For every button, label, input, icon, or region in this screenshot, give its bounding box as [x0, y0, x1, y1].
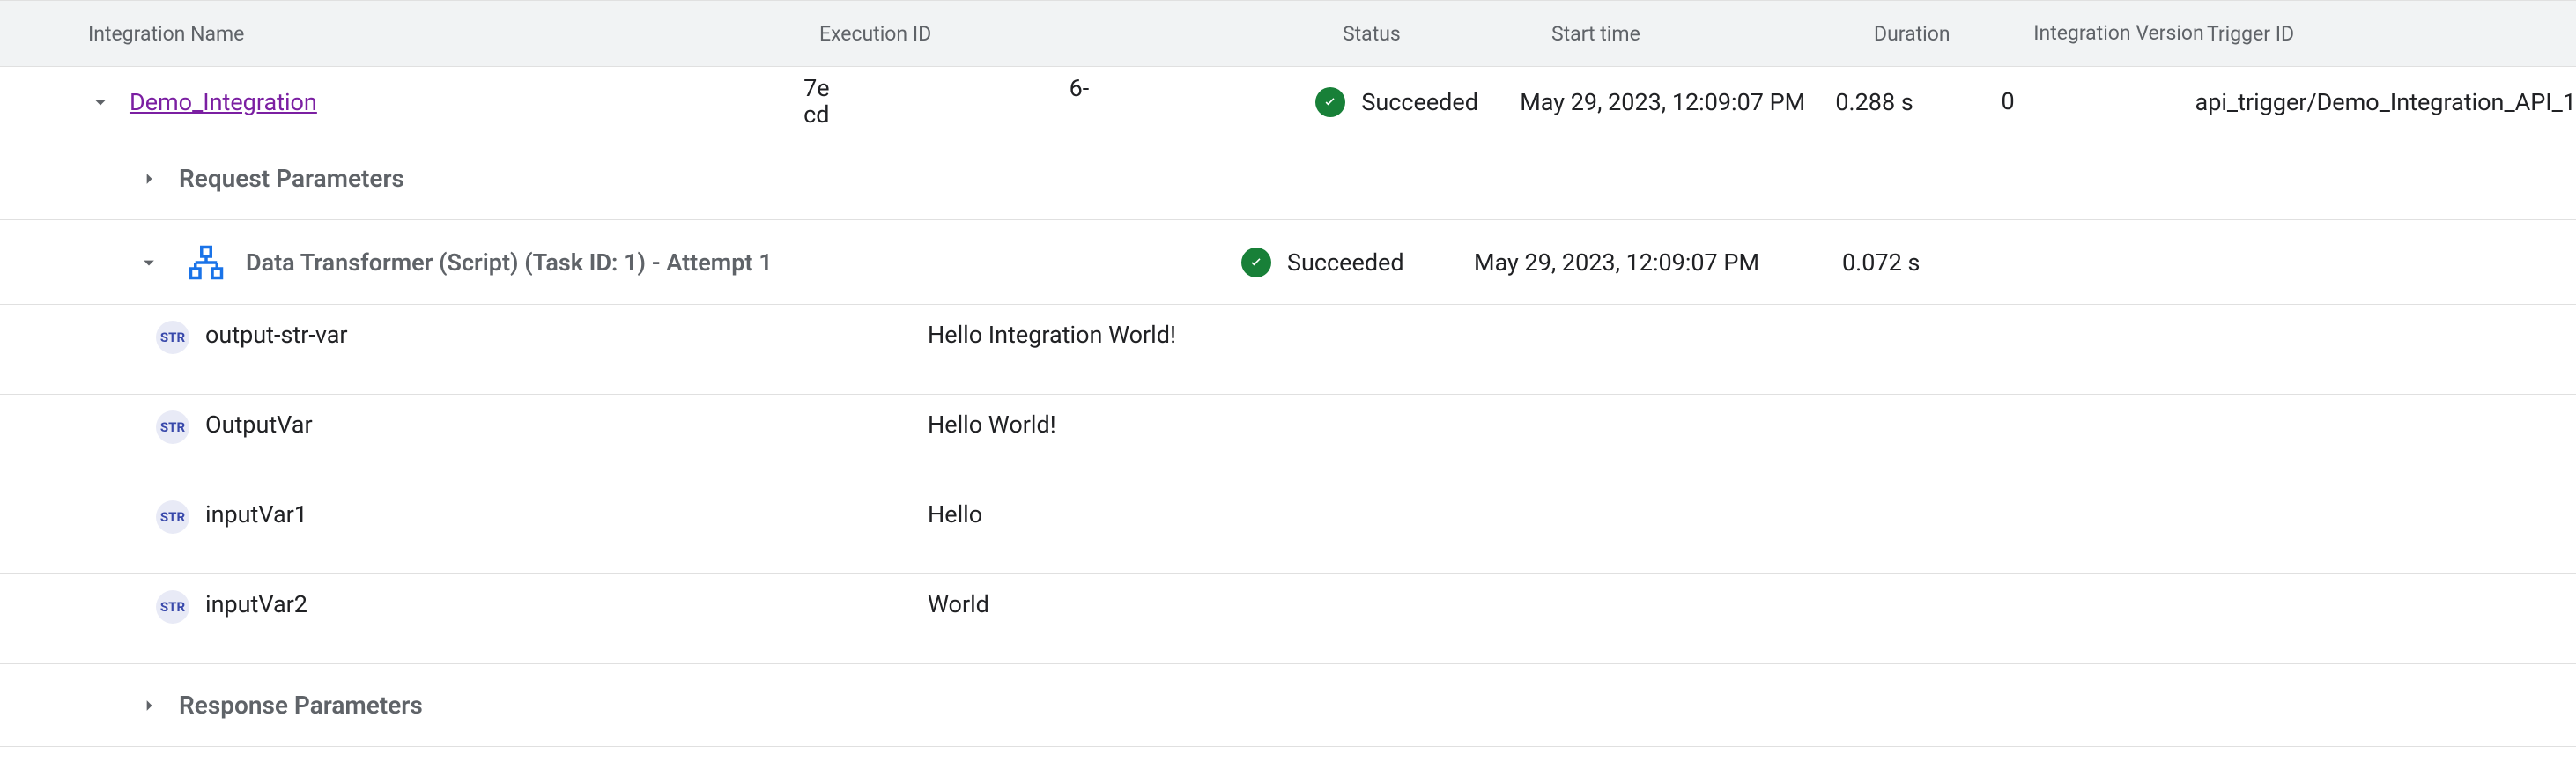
variable-name: OutputVar: [205, 410, 928, 439]
variable-value: World: [928, 590, 989, 618]
request-parameters-label: Request Parameters: [179, 164, 404, 193]
task-start-time: May 29, 2023, 12:09:07 PM: [1474, 248, 1842, 277]
status-text: Succeeded: [1361, 88, 1478, 116]
header-duration: Duration: [1874, 22, 2031, 46]
header-trigger-id: Trigger ID: [2207, 22, 2576, 46]
variable-value: Hello World!: [928, 410, 1056, 439]
request-parameters-section[interactable]: Request Parameters: [0, 137, 2576, 220]
status-cell: Succeeded: [1315, 87, 1520, 117]
variable-row: STR inputVar2World: [0, 574, 2576, 664]
response-parameters-section[interactable]: Response Parameters: [0, 664, 2576, 747]
task-row[interactable]: Data Transformer (Script) (Task ID: 1) -…: [0, 220, 2576, 305]
str-type-badge: STR: [156, 500, 189, 534]
integration-row[interactable]: Demo_Integration 7e6- cd Succeeded May 2…: [0, 67, 2576, 137]
integration-name-link[interactable]: Demo_Integration: [130, 88, 317, 116]
header-start-time: Start time: [1551, 22, 1874, 46]
check-circle-icon: [1241, 248, 1271, 277]
variable-row: STR OutputVarHello World!: [0, 395, 2576, 484]
chevron-right-icon[interactable]: [137, 166, 179, 191]
variable-name: output-str-var: [205, 321, 928, 349]
start-time-text: May 29, 2023, 12:09:07 PM: [1520, 88, 1835, 116]
str-type-badge: STR: [156, 410, 189, 444]
header-execution-id: Execution ID: [819, 22, 1343, 46]
variable-value: Hello: [928, 500, 982, 529]
task-status-cell: Succeeded: [1241, 248, 1474, 277]
str-type-badge: STR: [156, 590, 189, 624]
duration-text: 0.288 s: [1835, 88, 1988, 116]
check-circle-icon: [1315, 87, 1345, 117]
variable-name: inputVar1: [205, 500, 928, 529]
response-parameters-label: Response Parameters: [179, 691, 423, 720]
trigger-id-text: api_trigger/Demo_Integration_API_1: [2162, 88, 2576, 116]
variable-row: STR inputVar1Hello: [0, 484, 2576, 574]
task-status-text: Succeeded: [1287, 248, 1404, 277]
version-text: 0: [1989, 87, 2162, 115]
variable-value: Hello Integration World!: [928, 321, 1176, 349]
header-integration-name: Integration Name: [88, 22, 819, 46]
chevron-down-icon[interactable]: [88, 90, 130, 115]
table-header: Integration Name Execution ID Status Sta…: [0, 0, 2576, 67]
task-duration: 0.072 s: [1842, 248, 1920, 277]
variable-row: STR output-str-varHello Integration World…: [0, 305, 2576, 395]
execution-id-text: 7e6- cd: [803, 76, 1315, 128]
chevron-down-icon[interactable]: [137, 250, 179, 275]
variable-name: inputVar2: [205, 590, 928, 618]
task-name-label: Data Transformer (Script) (Task ID: 1) -…: [246, 248, 773, 277]
str-type-badge: STR: [156, 321, 189, 354]
header-integration-version: Integration Version: [2031, 21, 2207, 46]
data-transformer-icon: [188, 244, 225, 281]
header-status: Status: [1343, 22, 1551, 46]
chevron-right-icon[interactable]: [137, 693, 179, 718]
